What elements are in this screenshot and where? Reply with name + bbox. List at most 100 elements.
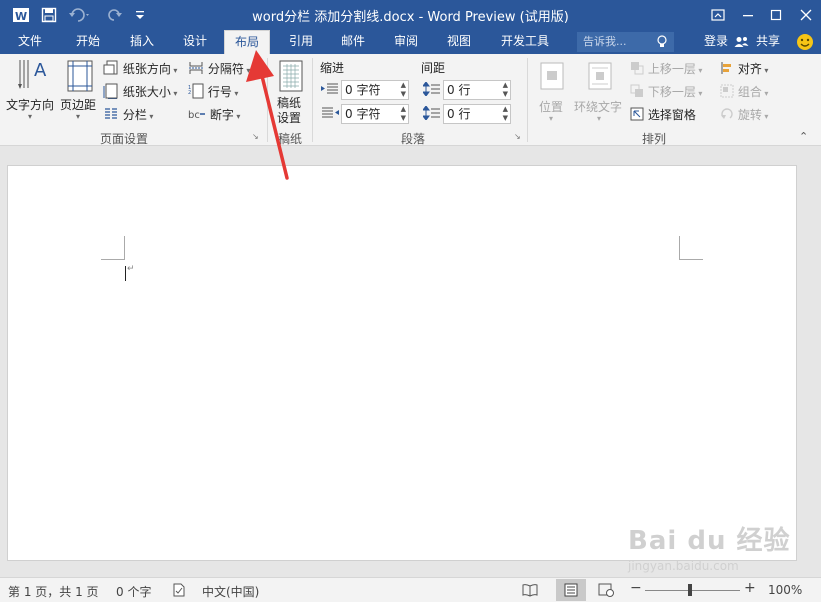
group-label-paragraph: 段落 [401, 132, 426, 146]
watermark-url: jingyan.baidu.com [628, 559, 739, 573]
spacing-after-icon [422, 105, 441, 123]
spacing-before-input[interactable]: 0 行 ▲ ▼ [443, 80, 511, 100]
spacing-after-input[interactable]: 0 行 ▲ ▼ [443, 104, 511, 124]
spin-arrows-icon[interactable]: ▲ ▼ [503, 81, 508, 99]
tell-me-placeholder: 告诉我... [583, 35, 627, 48]
language[interactable]: 中文(中国) [202, 583, 259, 600]
breaks-button[interactable]: 分隔符 ▾ [188, 60, 250, 79]
tab-insert[interactable]: 插入 [120, 30, 164, 54]
bring-forward-icon [630, 61, 644, 78]
tab-design[interactable]: 设计 [173, 30, 217, 54]
window-title: word分栏 添加分割线.docx - Word Preview (试用版) [252, 10, 569, 25]
spin-arrows-icon[interactable]: ▲ ▼ [401, 81, 406, 99]
selection-pane-icon [630, 107, 644, 124]
columns-button[interactable]: 分栏 ▾ [103, 106, 153, 125]
indent-title: 缩进 [320, 61, 345, 75]
group-label-manuscript: 稿纸 [278, 132, 303, 146]
tab-home[interactable]: 开始 [66, 30, 110, 54]
spacing-before-icon [422, 81, 441, 99]
collapse-ribbon-icon[interactable]: ⌃ [799, 130, 808, 143]
separator [312, 58, 313, 142]
hyphenation-button[interactable]: bc 断字 ▾ [188, 106, 240, 125]
lightbulb-icon [657, 32, 667, 55]
paragraph-launcher-icon[interactable]: ↘ [514, 132, 521, 141]
orientation-button[interactable]: 纸张方向 ▾ [103, 60, 177, 79]
signin-link[interactable]: 登录 [698, 30, 734, 54]
smiley-icon[interactable] [794, 30, 816, 54]
indent-right-input[interactable]: 0 字符 ▲ ▼ [341, 104, 409, 124]
tab-view[interactable]: 视图 [437, 30, 481, 54]
svg-text:A: A [34, 60, 47, 81]
share-button[interactable]: 共享 [752, 30, 784, 54]
position-button[interactable]: 位置 ▾ [536, 60, 568, 124]
vertical-scrollbar[interactable] [803, 147, 821, 577]
spin-arrows-icon[interactable]: ▲ ▼ [401, 105, 406, 123]
selection-pane-button[interactable]: 选择窗格 [630, 106, 696, 124]
align-button[interactable]: 对齐 ▾ [720, 60, 768, 78]
zoom-level[interactable]: 100% [768, 583, 802, 597]
group-button[interactable]: 组合 ▾ [720, 83, 768, 101]
indent-left-icon [321, 82, 339, 99]
ribbon-display-icon[interactable] [706, 4, 730, 26]
close-icon[interactable] [794, 4, 818, 26]
text-direction-button[interactable]: A 文字方向 ▾ [6, 58, 58, 124]
page-count[interactable]: 第 1 页，共 1 页 [8, 583, 99, 600]
indent-left-input[interactable]: 0 字符 ▲ ▼ [341, 80, 409, 100]
tab-developer[interactable]: 开发工具 [495, 30, 555, 54]
position-icon [540, 62, 564, 90]
margins-button[interactable]: 页边距 ▾ [60, 58, 100, 124]
bring-forward-button[interactable]: 上移一层 ▾ [630, 60, 702, 78]
web-layout-icon[interactable] [598, 583, 614, 600]
proofing-icon[interactable] [172, 583, 186, 600]
zoom-slider-thumb[interactable] [688, 584, 692, 596]
tab-layout[interactable]: 布局 [224, 30, 270, 54]
svg-text:bc: bc [188, 110, 200, 121]
print-layout-button[interactable] [556, 579, 586, 601]
zoom-in-icon[interactable]: + [744, 580, 756, 596]
document-page[interactable]: ↵ [7, 165, 797, 561]
maximize-icon[interactable] [764, 4, 788, 26]
word-count[interactable]: 0 个字 [116, 583, 151, 600]
rotate-icon [720, 107, 734, 124]
baidu-watermark: Bai du 经验 jingyan.baidu.com [628, 520, 791, 573]
tab-review[interactable]: 审阅 [384, 30, 428, 54]
paragraph-mark-icon: ↵ [127, 264, 135, 274]
rotate-button[interactable]: 旋转 ▾ [720, 106, 768, 124]
wrap-text-button[interactable]: 环绕文字 ▾ [574, 60, 626, 124]
tab-references[interactable]: 引用 [279, 30, 323, 54]
margins-icon [67, 60, 93, 92]
title-bar: W word分栏 添加分割线.docx - Word Preview (试用版) [0, 0, 821, 30]
tab-file[interactable]: 文件 [8, 30, 52, 54]
group-icon [720, 84, 734, 101]
separator [527, 58, 528, 142]
spin-arrows-icon[interactable]: ▲ ▼ [503, 105, 508, 123]
zoom-slider[interactable] [645, 590, 740, 591]
line-numbers-icon: 12 [188, 83, 204, 102]
spacing-title: 间距 [421, 61, 446, 75]
status-bar: 第 1 页，共 1 页 0 个字 中文(中国) − + 100% [0, 577, 821, 602]
size-button[interactable]: 纸张大小 ▾ [103, 83, 177, 102]
tab-mailings[interactable]: 邮件 [331, 30, 375, 54]
document-area: ↵ [0, 147, 821, 577]
wrap-text-icon [588, 62, 612, 90]
read-mode-icon[interactable] [522, 583, 538, 600]
crop-mark-top-right [679, 236, 703, 260]
text-direction-icon: A [18, 60, 47, 89]
minimize-icon[interactable] [736, 4, 760, 26]
align-icon [720, 61, 734, 78]
svg-text:2: 2 [188, 90, 191, 96]
breaks-icon [188, 60, 204, 79]
indent-right-icon [321, 106, 339, 123]
line-numbers-button[interactable]: 12 行号 ▾ [188, 83, 238, 102]
send-backward-button[interactable]: 下移一层 ▾ [630, 83, 702, 101]
watermark-title: Bai du 经验 [628, 526, 791, 556]
crop-mark-top-left [101, 236, 125, 260]
page-setup-launcher-icon[interactable]: ↘ [252, 132, 259, 141]
manuscript-settings-button[interactable]: 稿纸 设置 [273, 60, 309, 125]
zoom-out-icon[interactable]: − [630, 580, 642, 596]
send-backward-icon [630, 84, 644, 101]
people-icon [733, 30, 749, 54]
tell-me-box[interactable]: 告诉我... [577, 32, 674, 52]
separator [267, 58, 268, 142]
group-label-page-setup: 页面设置 [100, 132, 149, 146]
